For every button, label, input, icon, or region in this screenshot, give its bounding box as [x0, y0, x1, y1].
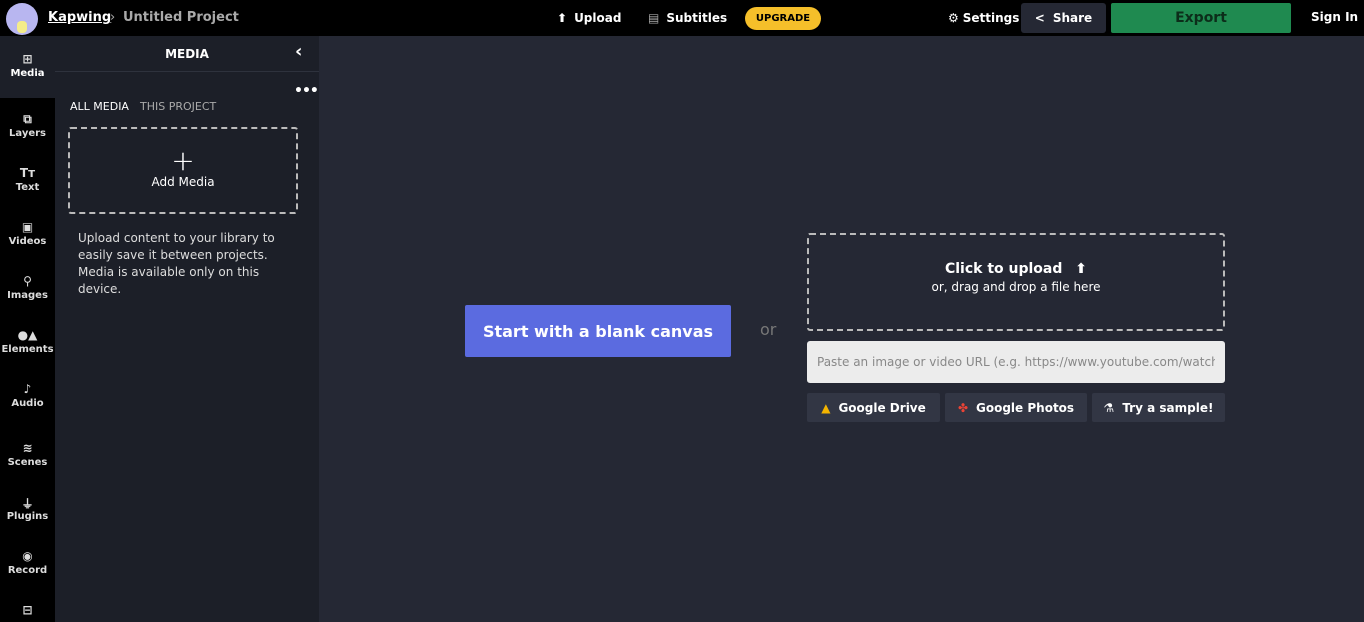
rail-record[interactable]: ◉ Record	[0, 549, 55, 576]
rail-label: Elements	[1, 344, 54, 355]
music-note-icon: ♪	[23, 382, 32, 396]
settings-button[interactable]: ⚙ Settings	[948, 11, 1019, 25]
google-photos-label: Google Photos	[976, 400, 1075, 415]
add-media-label: Add Media	[151, 175, 215, 189]
upload-label: Upload	[574, 11, 622, 25]
subtitles-label: Subtitles	[666, 11, 728, 25]
subtitles-icon: ▤	[648, 11, 660, 25]
search-icon: ⚲	[23, 274, 32, 288]
media-panel: MEDIA ‹ ••• ALL MEDIA THIS PROJECT + Add…	[55, 36, 319, 622]
drag-drop-label: or, drag and drop a file here	[931, 280, 1101, 294]
rail-audio[interactable]: ♪ Audio	[0, 382, 55, 409]
media-info-text: Upload content to your library to easily…	[78, 231, 275, 296]
google-drive-icon: ▲	[821, 400, 831, 415]
text-icon: Tт	[19, 166, 36, 180]
flask-icon: ⚗	[1103, 400, 1115, 415]
export-button[interactable]: Export	[1111, 3, 1291, 33]
subtitles-button[interactable]: ▤ Subtitles	[648, 11, 727, 25]
project-title[interactable]: Untitled Project	[123, 10, 239, 25]
rail-images[interactable]: ⚲ Images	[0, 274, 55, 301]
settings-label: Settings	[962, 11, 1020, 25]
try-sample-label: Try a sample!	[1122, 400, 1214, 415]
tab-this-project[interactable]: THIS PROJECT	[140, 100, 216, 113]
rail-media[interactable]: ⊞ Media	[0, 36, 55, 98]
rail-label: Scenes	[7, 457, 48, 468]
upgrade-button[interactable]: UPGRADE	[745, 7, 821, 30]
click-upload-label: Click to upload	[944, 261, 1063, 277]
tool-rail: ⊞ Media ⧉ Layers Tт Text ▣ Videos ⚲ Images ●▲…	[0, 36, 55, 622]
top-bar: Kapwing › Untitled Project ⬆ Upload ▤ Subt…	[0, 0, 1364, 36]
upload-icon: ⬆	[1075, 261, 1088, 277]
rail-label: Media	[10, 68, 45, 79]
tab-all-media[interactable]: ALL MEDIA	[70, 100, 129, 113]
panel-title: MEDIA	[165, 47, 209, 61]
breadcrumb-separator: ›	[110, 10, 116, 25]
media-plus-icon: ⊞	[22, 52, 33, 66]
share-label: Share	[1052, 11, 1093, 25]
upload-button[interactable]: ⬆ Upload	[557, 11, 621, 25]
sign-in-link[interactable]: Sign In	[1311, 10, 1358, 24]
plug-icon: ⏚	[21, 497, 34, 511]
record-icon: ◉	[22, 549, 33, 563]
blank-canvas-button[interactable]: Start with a blank canvas	[465, 305, 731, 357]
rail-label: Text	[15, 182, 40, 193]
layers-icon: ⧉	[23, 112, 32, 126]
rail-elements[interactable]: ●▲ Elements	[0, 328, 55, 355]
rail-text[interactable]: Tт Text	[0, 166, 55, 193]
upload-icon: ⬆	[557, 11, 568, 25]
divider	[55, 71, 319, 72]
rail-label: Images	[7, 290, 48, 301]
layout-icon: ⊟	[22, 603, 33, 617]
stack-icon: ≋	[22, 441, 33, 455]
plus-icon: +	[171, 144, 195, 177]
rail-label: Videos	[8, 236, 47, 247]
rail-videos[interactable]: ▣ Videos	[0, 220, 55, 247]
rail-label: Audio	[11, 398, 44, 409]
collapse-panel-chevron-icon[interactable]: ‹	[295, 41, 302, 62]
or-separator: or	[760, 320, 777, 339]
gear-icon: ⚙	[948, 11, 959, 25]
rail-layout[interactable]: ⊟	[0, 603, 55, 619]
add-media-button[interactable]: + Add Media	[68, 127, 298, 214]
rail-layers[interactable]: ⧉ Layers	[0, 112, 55, 139]
rail-label: Record	[7, 565, 48, 576]
url-input[interactable]	[807, 341, 1225, 383]
more-options-icon[interactable]: •••	[294, 83, 319, 99]
share-button[interactable]: < Share	[1021, 3, 1106, 33]
video-icon: ▣	[21, 220, 34, 234]
shapes-icon: ●▲	[17, 328, 38, 342]
google-drive-label: Google Drive	[838, 400, 926, 415]
rail-scenes[interactable]: ≋ Scenes	[0, 441, 55, 468]
google-photos-button[interactable]: ✤ Google Photos	[945, 393, 1087, 422]
upload-dropzone[interactable]: Click to upload ⬆ or, drag and drop a fi…	[807, 233, 1225, 331]
rail-label: Layers	[9, 128, 46, 139]
google-drive-button[interactable]: ▲ Google Drive	[807, 393, 940, 422]
kapwing-logo[interactable]	[6, 3, 38, 35]
brand-link[interactable]: Kapwing	[48, 10, 111, 25]
google-photos-icon: ✤	[957, 400, 968, 415]
rail-plugins[interactable]: ⏚ Plugins	[0, 495, 55, 522]
share-icon: <	[1034, 11, 1045, 25]
rail-label: Plugins	[6, 511, 49, 522]
try-sample-button[interactable]: ⚗ Try a sample!	[1092, 393, 1225, 422]
